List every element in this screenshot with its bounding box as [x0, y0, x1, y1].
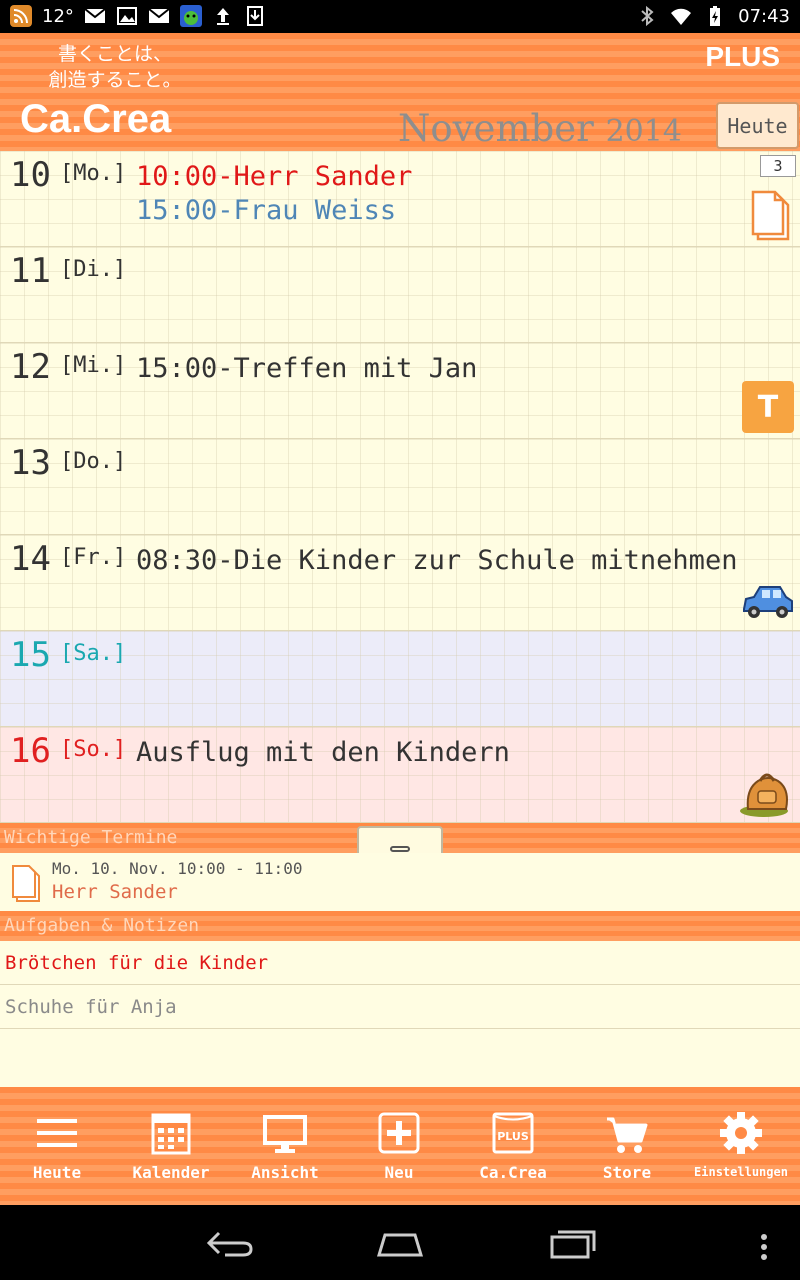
toolbar-calendar-button[interactable]: Kalender	[114, 1087, 228, 1205]
task-item[interactable]: Schuhe für Anja	[0, 985, 800, 1029]
toolbar-today-button[interactable]: Heute	[0, 1087, 114, 1205]
day-row-14[interactable]: 14 [Fr.] 08:30-Die Kinder zur Schule mit…	[0, 535, 800, 631]
menu-icon	[37, 1119, 77, 1147]
calendar-icon	[151, 1113, 191, 1155]
event-entry[interactable]: 15:00-Treffen mit Jan	[136, 353, 477, 384]
weekday-label: [Fr.]	[60, 545, 127, 570]
today-button[interactable]: Heute	[716, 102, 799, 149]
task-item[interactable]: Brötchen für die Kinder	[0, 941, 800, 985]
plus-icon	[378, 1112, 420, 1154]
count-badge: 3	[760, 155, 796, 177]
monitor-icon	[263, 1115, 307, 1153]
important-title: Herr Sander	[52, 881, 178, 903]
car-icon	[743, 586, 793, 618]
tasks-panel: Brötchen für die Kinder Schuhe für Anja	[0, 941, 800, 1087]
weekday-label: [Mi.]	[60, 353, 127, 378]
day-row-15[interactable]: 15 [Sa.]	[0, 631, 800, 727]
system-nav-bar	[0, 1205, 800, 1280]
event-entry[interactable]: Ausflug mit den Kindern	[136, 737, 510, 768]
event-entry[interactable]: 08:30-Die Kinder zur Schule mitnehmen	[136, 545, 737, 576]
status-bar: 12° 07:43	[0, 0, 800, 33]
app-header: 書くことは、 創造すること。 Ca.Crea PLUS November 201…	[0, 33, 800, 151]
bottom-toolbar: Heute Kalender Ansicht Neu PLUS Ca.Crea …	[0, 1087, 800, 1205]
gmail-icon	[84, 8, 106, 23]
toolbar-label: Kalender	[132, 1163, 210, 1182]
important-date: Mo. 10. Nov. 10:00 - 11:00	[52, 859, 303, 878]
toolbar-label: Store	[602, 1163, 652, 1182]
gear-icon	[720, 1112, 762, 1154]
brand-logo: Ca.Crea	[20, 97, 172, 141]
day-row-12[interactable]: 12 [Mi.] 15:00-Treffen mit Jan T	[0, 343, 800, 439]
battery-icon	[710, 6, 721, 26]
month-name: November	[398, 107, 594, 150]
toolbar-cacrea-button[interactable]: PLUS Ca.Crea	[456, 1087, 570, 1205]
day-number: 16	[10, 731, 51, 771]
clock-text: 07:43	[738, 5, 790, 27]
weekday-label: [So.]	[60, 737, 127, 762]
back-icon[interactable]	[205, 1229, 255, 1259]
toolbar-new-button[interactable]: Neu	[342, 1087, 456, 1205]
day-number: 14	[10, 539, 51, 579]
day-row-16[interactable]: 16 [So.] Ausflug mit den Kindern	[0, 727, 800, 823]
home-icon[interactable]	[375, 1229, 425, 1259]
gmail-icon-2	[148, 8, 170, 23]
day-number: 15	[10, 635, 51, 675]
cart-icon	[607, 1117, 648, 1153]
toolbar-label: Einstellungen	[694, 1165, 788, 1179]
weekday-label: [Sa.]	[60, 641, 127, 666]
day-number: 13	[10, 443, 51, 483]
year-text: 2014	[605, 114, 682, 149]
weekday-label: [Do.]	[60, 449, 127, 474]
toolbar-label: Neu	[384, 1163, 414, 1182]
toolbar-label: Ansicht	[251, 1163, 319, 1182]
toolbar-label: Heute	[32, 1163, 82, 1182]
tasks-section-heading: Aufgaben & Notizen	[0, 911, 800, 941]
day-number: 11	[10, 251, 51, 291]
day-row-11[interactable]: 11 [Di.]	[0, 247, 800, 343]
toolbar-view-button[interactable]: Ansicht	[228, 1087, 342, 1205]
plus-book-text: PLUS	[497, 1130, 529, 1143]
wifi-icon	[671, 8, 692, 25]
day-number: 10	[10, 155, 51, 195]
frog-app-icon	[179, 5, 202, 27]
backpack-icon	[740, 773, 788, 817]
toolbar-settings-button[interactable]: Einstellungen	[684, 1087, 800, 1205]
week-view: 10 [Mo.] 10:00-Herr Sander 15:00-Frau We…	[0, 151, 800, 823]
rss-app-icon	[10, 5, 32, 27]
plus-badge: PLUS	[705, 41, 780, 72]
note-icon	[751, 190, 790, 241]
day-number: 12	[10, 347, 51, 387]
bluetooth-icon	[641, 5, 654, 27]
note-icon	[12, 865, 40, 902]
t-badge-icon: T	[742, 381, 794, 433]
upload-icon	[216, 8, 229, 25]
month-title: November 2014	[398, 107, 682, 150]
slogan-line-1: 書くことは、	[57, 43, 172, 65]
temperature-text: 12°	[42, 5, 74, 27]
slogan: 書くことは、 創造すること。	[40, 41, 190, 93]
minus-icon	[390, 845, 410, 852]
weekday-label: [Di.]	[60, 257, 127, 282]
weekday-label: [Mo.]	[60, 161, 127, 186]
recent-apps-icon[interactable]	[548, 1229, 598, 1259]
toolbar-store-button[interactable]: Store	[570, 1087, 684, 1205]
event-entry[interactable]: 10:00-Herr Sander	[136, 161, 412, 192]
day-row-10[interactable]: 10 [Mo.] 10:00-Herr Sander 15:00-Frau We…	[0, 151, 800, 247]
important-item[interactable]: Mo. 10. Nov. 10:00 - 11:00 Herr Sander	[0, 853, 800, 911]
toolbar-label: Ca.Crea	[479, 1163, 547, 1182]
download-icon	[246, 6, 263, 26]
slogan-line-2: 創造すること。	[48, 69, 182, 91]
overflow-menu-icon[interactable]	[758, 1233, 770, 1263]
plus-book-icon: PLUS	[492, 1112, 534, 1154]
event-entry[interactable]: 15:00-Frau Weiss	[136, 195, 396, 226]
image-icon	[116, 7, 137, 25]
day-row-13[interactable]: 13 [Do.]	[0, 439, 800, 535]
